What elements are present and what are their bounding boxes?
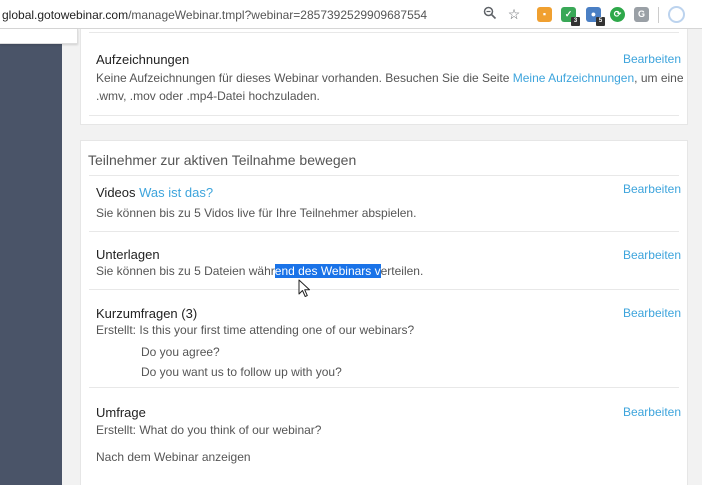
- divider: [89, 115, 679, 116]
- recordings-text-end: , um eine: [634, 71, 684, 85]
- survey-item: What do you think of our webinar?: [139, 423, 322, 437]
- recordings-text-line2: .wmv, .mov oder .mp4-Datei hochzuladen.: [96, 89, 320, 103]
- my-recordings-link[interactable]: Meine Aufzeichnungen: [513, 71, 634, 85]
- poll-item: Do you want us to follow up with you?: [141, 365, 342, 379]
- survey-edit-link[interactable]: Bearbeiten: [623, 405, 681, 419]
- videos-help-link[interactable]: Was ist das?: [139, 185, 213, 200]
- address-bar[interactable]: global.gotowebinar.com/manageWebinar.tmp…: [0, 0, 702, 29]
- videos-text: Sie können bis zu 5 Vidos live für Ihre …: [96, 206, 417, 220]
- mouse-cursor-icon: [298, 279, 310, 297]
- recordings-text-start: Keine Aufzeichnungen für dieses Webinar …: [96, 71, 513, 85]
- recordings-text: Keine Aufzeichnungen für dieses Webinar …: [96, 69, 684, 105]
- handouts-text: Sie können bis zu 5 Dateien während des …: [96, 262, 423, 280]
- poll-item: Is this your first time attending one of…: [139, 323, 415, 337]
- survey-created-row: Erstellt: What do you think of our webin…: [96, 421, 321, 439]
- green-circle-extension-icon[interactable]: ⟳: [610, 7, 625, 22]
- url-host: global.gotowebinar.com: [2, 8, 129, 22]
- handouts-text-start: Sie können bis zu 5 Dateien währ: [96, 264, 275, 278]
- videos-title: Videos: [96, 185, 136, 200]
- videos-title-row: Videos Was ist das?: [96, 185, 213, 200]
- handouts-title: Unterlagen: [96, 247, 160, 262]
- divider: [89, 175, 679, 176]
- profile-avatar-icon[interactable]: [668, 6, 685, 23]
- toolbar-separator: [658, 7, 659, 23]
- engage-heading: Teilnehmer zur aktiven Teilnahme bewegen: [88, 152, 357, 168]
- green-check-extension-icon[interactable]: ✓ 3: [561, 7, 580, 26]
- recordings-title: Aufzeichnungen: [96, 52, 190, 67]
- handouts-edit-link[interactable]: Bearbeiten: [623, 248, 681, 262]
- divider: [89, 387, 679, 388]
- survey-title: Umfrage: [96, 405, 146, 420]
- orange-extension-icon[interactable]: ▪: [537, 7, 552, 22]
- url-path: /manageWebinar.tmpl?webinar=285739252990…: [128, 8, 428, 22]
- star-icon[interactable]: ☆: [506, 6, 522, 22]
- divider: [89, 289, 679, 290]
- url-text[interactable]: global.gotowebinar.com/manageWebinar.tmp…: [2, 8, 427, 22]
- extension-badge: 3: [571, 17, 580, 26]
- sidebar-popup: [0, 29, 78, 44]
- survey-timing: Nach dem Webinar anzeigen: [96, 450, 251, 464]
- extension-badge: 5: [596, 17, 605, 26]
- recordings-card: Aufzeichnungen Bearbeiten Keine Aufzeich…: [80, 29, 688, 125]
- polls-created-row: Erstellt: Is this your first time attend…: [96, 321, 414, 339]
- polls-title: Kurzumfragen (3): [96, 306, 198, 321]
- gray-g-extension-icon[interactable]: G: [634, 7, 649, 22]
- poll-item: Do you agree?: [141, 345, 220, 359]
- handouts-text-selection: end des Webinars v: [274, 264, 381, 278]
- engage-card: Teilnehmer zur aktiven Teilnahme bewegen…: [80, 140, 688, 485]
- polls-edit-link[interactable]: Bearbeiten: [623, 306, 681, 320]
- recordings-edit-link[interactable]: Bearbeiten: [623, 52, 681, 66]
- divider: [89, 32, 679, 33]
- handouts-text-end: erteilen.: [380, 264, 424, 278]
- survey-created-label: Erstellt:: [96, 423, 137, 437]
- divider: [89, 231, 679, 232]
- zoom-icon[interactable]: [482, 6, 498, 22]
- left-sidebar: [0, 29, 62, 485]
- polls-created-label: Erstellt:: [96, 323, 137, 337]
- blue-extension-icon[interactable]: ● 5: [586, 7, 605, 26]
- videos-edit-link[interactable]: Bearbeiten: [623, 182, 681, 196]
